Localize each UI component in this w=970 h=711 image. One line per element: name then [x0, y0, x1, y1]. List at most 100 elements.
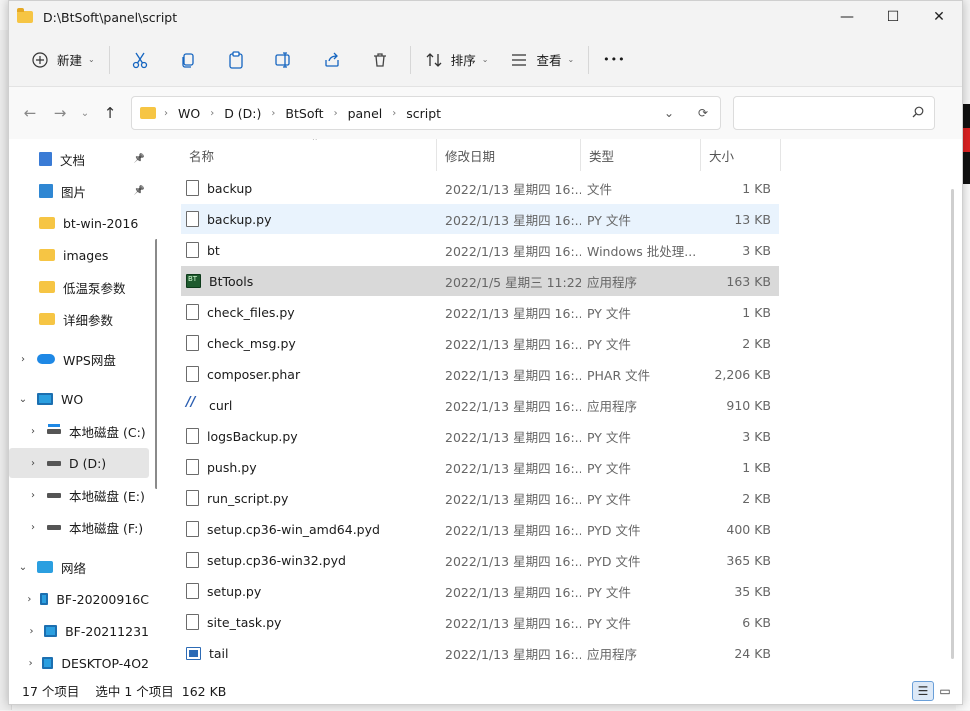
- file-name-cell: logsBackup.py: [181, 428, 437, 444]
- sidebar-item[interactable]: › DESKTOP-4O2: [9, 648, 149, 678]
- sidebar-item-label: 低温泵参数: [63, 280, 126, 296]
- file-row[interactable]: backup.py 2022/1/13 星期四 16:... PY 文件 13 KB: [181, 204, 779, 234]
- address-bar[interactable]: › WO › D (D:) › BtSoft › panel › script …: [131, 96, 721, 130]
- file-row[interactable]: BtTools 2022/1/5 星期三 11:22 应用程序 163 KB: [181, 266, 779, 296]
- file-icon: [186, 552, 199, 568]
- file-row[interactable]: bt 2022/1/13 星期四 16:... Windows 批处理... 3 KB: [181, 235, 779, 265]
- file-row[interactable]: check_msg.py 2022/1/13 星期四 16:... PY 文件 2 K…: [181, 328, 779, 358]
- clipboard-icon: [227, 50, 245, 69]
- file-list-scrollbar[interactable]: [951, 189, 954, 659]
- search-input[interactable]: [733, 96, 935, 130]
- chevron-right-icon[interactable]: ›: [27, 458, 39, 469]
- sidebar-item[interactable]: ⌄ 网络: [9, 552, 149, 582]
- scissors-icon: [131, 51, 149, 69]
- chevron-right-icon[interactable]: ›: [27, 658, 34, 669]
- file-name: logsBackup.py: [207, 428, 298, 444]
- file-row[interactable]: push.py 2022/1/13 星期四 16:... PY 文件 1 KB: [181, 452, 779, 482]
- cut-button[interactable]: [116, 43, 164, 77]
- sidebar-item[interactable]: › BF-20211231: [9, 616, 149, 646]
- file-name: curl: [209, 397, 233, 413]
- chevron-down-icon[interactable]: ⌄: [17, 562, 29, 573]
- sidebar-item[interactable]: 详细参数: [9, 304, 149, 334]
- chevron-right-icon[interactable]: ›: [17, 354, 29, 365]
- file-row[interactable]: backup 2022/1/13 星期四 16:... 文件 1 KB: [181, 173, 779, 203]
- paste-button[interactable]: [212, 43, 260, 77]
- up-button[interactable]: ↑: [95, 98, 125, 128]
- new-button[interactable]: 新建 ⌄: [23, 43, 103, 77]
- file-name-cell: BtTools: [181, 274, 437, 289]
- file-row[interactable]: setup.py 2022/1/13 星期四 16:... PY 文件 35 KB: [181, 576, 779, 606]
- main-area: 文档 📌 图片 📌 bt-win-2016 images 低温泵参数详细参数 › WPS网盘 ⌄ W…: [9, 139, 962, 679]
- details-view-icon[interactable]: ☰: [912, 680, 934, 701]
- copy-button[interactable]: [164, 43, 212, 77]
- sidebar-item[interactable]: 文档 📌: [9, 144, 149, 174]
- chevron-right-icon[interactable]: ›: [27, 490, 39, 501]
- chevron-right-icon[interactable]: ›: [27, 426, 39, 437]
- tiles-view-icon[interactable]: ▭: [934, 681, 956, 701]
- file-row[interactable]: check_files.py 2022/1/13 星期四 16:... PY 文件 1…: [181, 297, 779, 327]
- chevron-right-icon: ›: [271, 107, 276, 119]
- selection-info: 选中 1 个项目 162 KB: [95, 684, 227, 699]
- breadcrumb-wo[interactable]: WO: [178, 106, 200, 121]
- close-button[interactable]: ✕: [916, 1, 962, 33]
- file-name: check_files.py: [207, 304, 295, 320]
- file-row[interactable]: site_task.py 2022/1/13 星期四 16:... PY 文件 6 K…: [181, 607, 779, 637]
- column-date[interactable]: 修改日期: [437, 139, 581, 171]
- column-name[interactable]: ⌃ 名称: [181, 139, 437, 171]
- file-row[interactable]: curl 2022/1/13 星期四 16:... 应用程序 910 KB: [181, 390, 779, 420]
- file-row[interactable]: setup.cp36-win_amd64.pyd 2022/1/13 星期四 16…: [181, 514, 779, 544]
- breadcrumb-btsoft[interactable]: BtSoft: [285, 106, 323, 121]
- sidebar-item[interactable]: › 本地磁盘 (F:): [9, 512, 149, 542]
- forward-button[interactable]: →: [45, 98, 75, 128]
- column-size[interactable]: 大小: [701, 139, 781, 171]
- maximize-button[interactable]: ☐: [870, 1, 916, 33]
- file-row[interactable]: run_script.py 2022/1/13 星期四 16:... PY 文件 2 …: [181, 483, 779, 513]
- sidebar-item[interactable]: images: [9, 240, 149, 270]
- recent-locations-button[interactable]: ⌄: [75, 98, 95, 128]
- sidebar-item[interactable]: bt-win-2016: [9, 208, 149, 238]
- address-actions: ⌄ ⟳: [652, 106, 720, 120]
- file-type: 应用程序: [587, 646, 638, 662]
- minimize-button[interactable]: —: [824, 1, 870, 33]
- file-row[interactable]: composer.phar 2022/1/13 星期四 16:... PHAR 文件…: [181, 359, 779, 389]
- sidebar-item[interactable]: › BF-20200916C: [9, 584, 149, 614]
- drive-icon: [47, 524, 61, 530]
- sidebar-item[interactable]: › 本地磁盘 (C:): [9, 416, 149, 446]
- sidebar-item[interactable]: › WPS网盘: [9, 344, 149, 374]
- column-type-label: 类型: [589, 148, 615, 164]
- file-icon: [186, 366, 199, 382]
- sidebar-item[interactable]: › D (D:): [9, 448, 149, 478]
- address-dropdown-button[interactable]: ⌄: [652, 106, 686, 120]
- file-row[interactable]: logsBackup.py 2022/1/13 星期四 16:... PY 文件 3 …: [181, 421, 779, 451]
- rename-button[interactable]: [260, 43, 308, 77]
- back-button[interactable]: ←: [15, 98, 45, 128]
- sort-button[interactable]: 排序 ⌄: [417, 43, 497, 77]
- sidebar-item-label: BF-20200916C: [56, 591, 149, 607]
- refresh-button[interactable]: ⟳: [686, 106, 720, 120]
- share-button[interactable]: [308, 43, 356, 77]
- column-type[interactable]: 类型: [581, 139, 701, 171]
- breadcrumb-panel[interactable]: panel: [348, 106, 383, 121]
- file-row[interactable]: setup.cp36-win32.pyd 2022/1/13 星期四 16:...…: [181, 545, 779, 575]
- chevron-down-icon[interactable]: ⌄: [17, 394, 29, 405]
- navigation-pane[interactable]: 文档 📌 图片 📌 bt-win-2016 images 低温泵参数详细参数 › WPS网盘 ⌄ W…: [9, 139, 157, 679]
- sidebar-item[interactable]: ⌄ WO: [9, 384, 149, 414]
- view-button[interactable]: 查看 ⌄: [502, 43, 582, 77]
- column-name-label: 名称: [189, 148, 215, 164]
- sidebar-item[interactable]: 图片 📌: [9, 176, 149, 206]
- file-name-cell: run_script.py: [181, 490, 437, 506]
- delete-button[interactable]: [356, 43, 404, 77]
- breadcrumb-d-drive[interactable]: D (D:): [224, 106, 261, 121]
- file-name: backup.py: [207, 211, 272, 227]
- sidebar-item[interactable]: › 本地磁盘 (E:): [9, 480, 149, 510]
- chevron-right-icon[interactable]: ›: [27, 522, 39, 533]
- chevron-right-icon[interactable]: ›: [27, 626, 36, 637]
- file-row[interactable]: tail 2022/1/13 星期四 16:... 应用程序 24 KB: [181, 638, 779, 668]
- drive-icon: [47, 428, 61, 434]
- more-options-button[interactable]: •••: [595, 43, 633, 77]
- sidebar-item[interactable]: 低温泵参数: [9, 272, 149, 302]
- breadcrumb-script[interactable]: script: [406, 106, 441, 121]
- chevron-right-icon[interactable]: ›: [27, 594, 32, 605]
- title-bar[interactable]: D:\BtSoft\panel\script — ☐ ✕: [9, 1, 962, 33]
- file-name-cell: setup.py: [181, 583, 437, 599]
